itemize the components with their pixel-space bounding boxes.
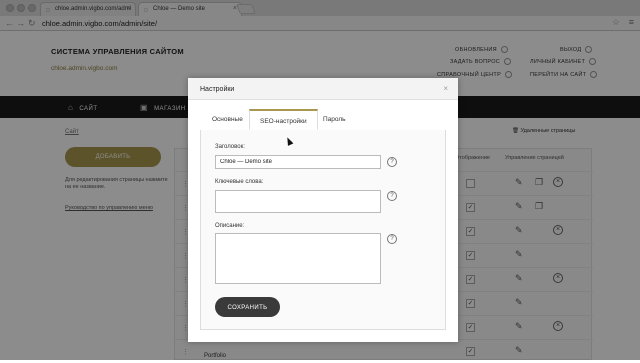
- help-icon[interactable]: ?: [387, 234, 397, 244]
- tab-password[interactable]: Пароль: [313, 109, 356, 130]
- modal-header: Настройки ×: [188, 78, 458, 100]
- title-input[interactable]: [215, 155, 381, 169]
- description-input[interactable]: [215, 233, 381, 284]
- settings-modal: Настройки × Основные SEO-настройки Парол…: [188, 78, 458, 342]
- tab-main[interactable]: Основные: [202, 109, 253, 130]
- title-label: Заголовок:: [215, 144, 245, 150]
- help-icon[interactable]: ?: [387, 191, 397, 201]
- save-button[interactable]: СОХРАНИТЬ: [215, 297, 280, 317]
- tab-seo[interactable]: SEO-настройки: [249, 109, 318, 130]
- description-label: Описание:: [215, 223, 245, 229]
- keywords-input[interactable]: [215, 190, 381, 213]
- keywords-label: Ключевые слова:: [215, 179, 264, 185]
- help-icon[interactable]: ?: [387, 157, 397, 167]
- close-icon[interactable]: ×: [443, 84, 448, 93]
- modal-title: Настройки: [200, 86, 235, 93]
